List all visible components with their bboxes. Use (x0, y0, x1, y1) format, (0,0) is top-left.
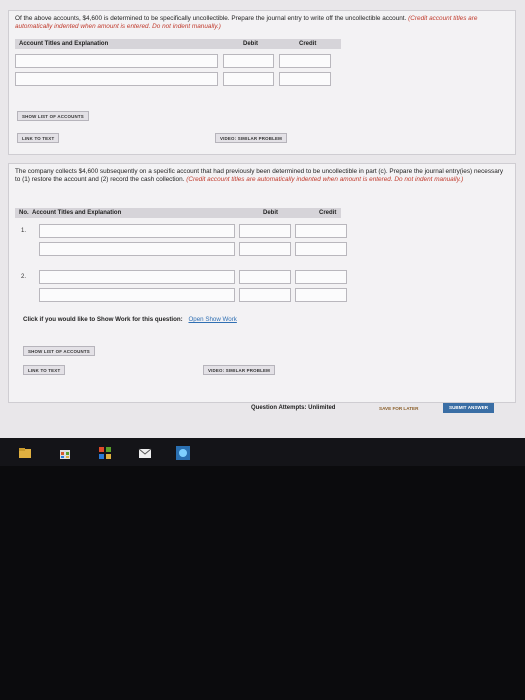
column-credit: Credit (299, 41, 317, 47)
question-prompt-part-d: The company collects $4,600 subsequently… (9, 164, 515, 184)
store-icon[interactable] (58, 446, 72, 460)
file-manager-icon[interactable] (18, 446, 32, 460)
account-title-field[interactable] (39, 288, 235, 302)
credit-field[interactable] (295, 224, 347, 238)
office-icon[interactable] (98, 446, 112, 460)
credit-field[interactable] (295, 270, 347, 284)
column-account-titles: Account Titles and Explanation (32, 210, 122, 216)
column-credit: Credit (319, 210, 337, 216)
submit-answer-button[interactable]: SUBMIT ANSWER (443, 403, 495, 413)
save-for-later-button[interactable]: SAVE FOR LATER (379, 406, 418, 411)
link-to-text-button[interactable]: LINK TO TEXT (17, 133, 60, 143)
credit-field[interactable] (295, 288, 347, 302)
taskbar (0, 438, 525, 466)
question-prompt-part-c: Of the above accounts, $4,600 is determi… (9, 11, 515, 31)
mail-icon[interactable] (138, 446, 152, 460)
browser-icon[interactable] (176, 446, 190, 460)
debit-field[interactable] (223, 72, 274, 86)
prompt-text: Of the above accounts, $4,600 is determi… (15, 15, 407, 22)
journal-table-header: Account Titles and Explanation Debit Cre… (15, 39, 341, 49)
debit-field[interactable] (239, 270, 291, 284)
journal-table-header: No. Account Titles and Explanation Debit… (15, 208, 341, 218)
column-debit: Debit (263, 210, 278, 216)
credit-field[interactable] (279, 54, 331, 68)
show-work-row: Click if you would like to Show Work for… (23, 316, 237, 323)
debit-field[interactable] (239, 288, 291, 302)
indent-note: (Credit account titles are automatically… (186, 176, 464, 183)
show-list-of-accounts-button[interactable]: SHOW LIST OF ACCOUNTS (17, 111, 89, 121)
journal-entry-part-c: Of the above accounts, $4,600 is determi… (8, 10, 516, 155)
column-number: No. (19, 210, 29, 216)
journal-entry-part-d: The company collects $4,600 subsequently… (8, 163, 516, 413)
account-title-field[interactable] (39, 270, 235, 284)
debit-field[interactable] (223, 54, 274, 68)
credit-field[interactable] (279, 72, 331, 86)
open-show-work-link[interactable]: Open Show Work (188, 316, 236, 323)
account-title-field[interactable] (15, 54, 218, 68)
show-list-of-accounts-button[interactable]: SHOW LIST OF ACCOUNTS (23, 346, 95, 356)
account-title-field[interactable] (15, 72, 218, 86)
debit-field[interactable] (239, 224, 291, 238)
question-attempts: Question Attempts: Unlimited (251, 405, 336, 411)
entry-number: 1. (21, 228, 27, 234)
credit-field[interactable] (295, 242, 347, 256)
browser-viewport: Of the above accounts, $4,600 is determi… (0, 0, 525, 438)
video-similar-problem-button[interactable]: VIDEO: SIMILAR PROBLEM (203, 365, 275, 375)
column-debit: Debit (243, 41, 258, 47)
account-title-field[interactable] (39, 224, 235, 238)
link-to-text-button[interactable]: LINK TO TEXT (23, 365, 66, 375)
entry-number: 2. (21, 274, 27, 280)
column-account-titles: Account Titles and Explanation (19, 41, 109, 47)
video-similar-problem-button[interactable]: VIDEO: SIMILAR PROBLEM (215, 133, 287, 143)
show-work-prompt: Click if you would like to Show Work for… (23, 316, 183, 323)
account-title-field[interactable] (39, 242, 235, 256)
debit-field[interactable] (239, 242, 291, 256)
